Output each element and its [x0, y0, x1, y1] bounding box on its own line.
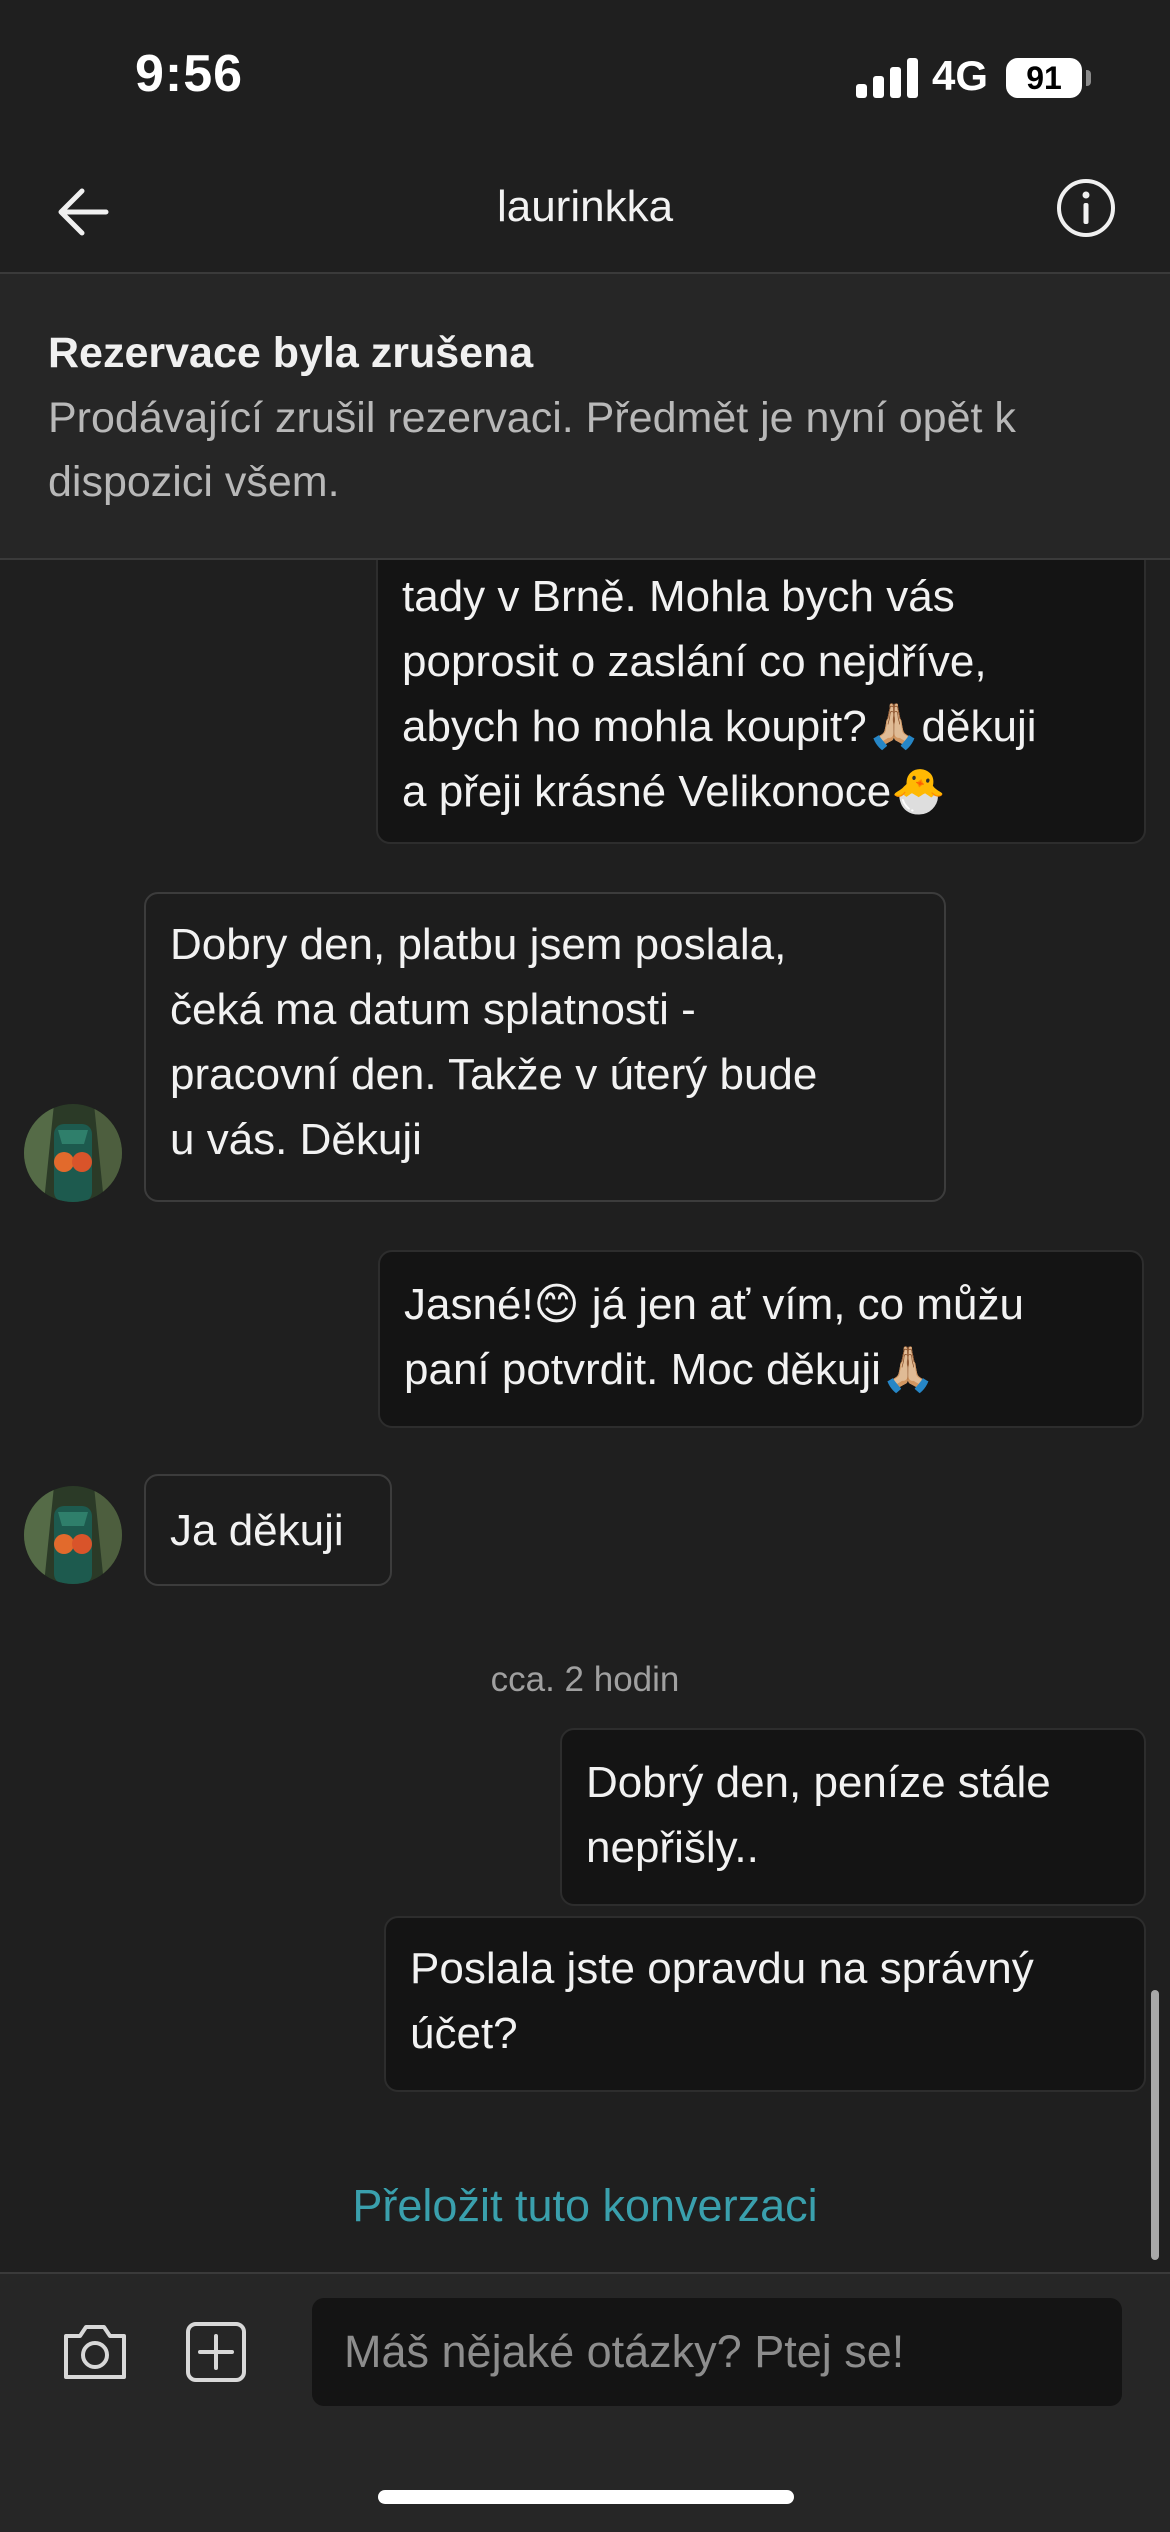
message-input[interactable] [312, 2298, 1122, 2406]
message-bubble-incoming[interactable]: Ja děkuji [144, 1474, 392, 1586]
message-line: poprosit o zaslání co nejdříve, [402, 637, 987, 686]
message-line: nepřišly.. [586, 1823, 759, 1872]
network-type: 4G [932, 52, 989, 99]
message-line: paní potvrdit. Moc děkuji🙏🏼 [404, 1345, 936, 1394]
message-line: u vás. Děkuji [170, 1115, 422, 1164]
message-line: účet? [410, 2009, 518, 2058]
plus-square-icon [186, 2322, 246, 2382]
avatar[interactable] [24, 1104, 122, 1202]
translate-conversation-link[interactable]: Přeložit tuto konverzaci [0, 2180, 1170, 2232]
message-bubble-outgoing[interactable]: Dobrý den, peníze stále nepřišly.. [560, 1728, 1146, 1906]
chat-header: laurinkka [0, 150, 1170, 274]
message-line: Poslala jste opravdu na správný [410, 1944, 1034, 1993]
user-avatar-image [24, 1486, 122, 1584]
camera-icon [64, 2325, 126, 2379]
message-bubble-outgoing[interactable]: tady v Brně. Mohla bych vás poprosit o z… [376, 560, 1146, 844]
conversation-title[interactable]: laurinkka [0, 182, 1170, 232]
add-attachment-button[interactable] [184, 2320, 248, 2384]
info-circle-icon [1057, 179, 1115, 237]
message-timestamp: cca. 2 hodin [490, 1660, 680, 1699]
banner-text: Prodávající zrušil rezervaci. Předmět je… [48, 393, 1016, 506]
battery-icon: 91 [1006, 58, 1082, 98]
message-line: čeká ma datum splatnosti - [170, 985, 696, 1034]
message-line: Jasné!😊 já jen ať vím, co můžu [404, 1280, 1024, 1329]
message-line: tady v Brně. Mohla bych vás [402, 572, 955, 621]
avatar[interactable] [24, 1486, 122, 1584]
message-line: Dobrý den, peníze stále [586, 1758, 1051, 1807]
message-bubble-incoming[interactable]: Dobry den, platbu jsem poslala, čeká ma … [144, 892, 946, 1202]
message-bubble-outgoing[interactable]: Poslala jste opravdu na správný účet? [384, 1916, 1146, 2092]
reservation-cancelled-banner: Rezervace byla zrušena Prodávající zruši… [0, 274, 1170, 560]
message-line: Dobry den, platbu jsem poslala, [170, 920, 787, 969]
banner-title: Rezervace byla zrušena [48, 329, 534, 377]
status-bar: 9:56 4G 91 [0, 0, 1170, 150]
message-list[interactable]: tady v Brně. Mohla bych vás poprosit o z… [0, 560, 1170, 2272]
camera-button[interactable] [60, 2322, 130, 2382]
status-time: 9:56 [135, 45, 244, 103]
user-avatar-image [24, 1104, 122, 1202]
message-bubble-outgoing[interactable]: Jasné!😊 já jen ať vím, co můžu paní potv… [378, 1250, 1144, 1428]
signal-icon [856, 58, 918, 98]
message-line: abych ho mohla koupit?🙏🏼děkuji [402, 702, 1037, 751]
home-indicator[interactable] [378, 2490, 794, 2504]
message-line: a přeji krásné Velikonoce🐣 [402, 767, 946, 816]
battery-nub [1086, 70, 1091, 86]
info-button[interactable] [1054, 176, 1118, 240]
message-line: pracovní den. Takže v úterý bude [170, 1050, 818, 1099]
message-line: Ja děkuji [170, 1506, 344, 1555]
